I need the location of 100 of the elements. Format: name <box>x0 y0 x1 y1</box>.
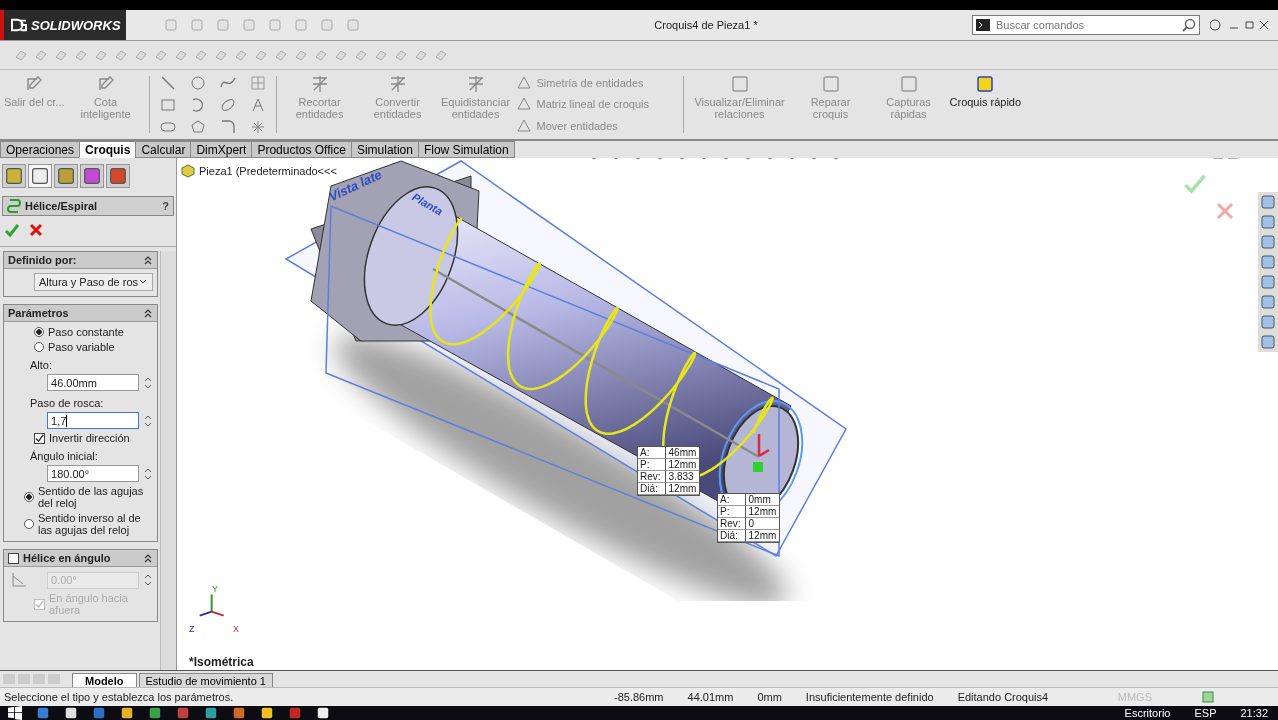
taskbar-text: ESP <box>1194 707 1217 719</box>
taskbar-text: 21:32 <box>1240 707 1268 719</box>
toolbar-icon[interactable] <box>74 48 88 62</box>
ribbon-tab[interactable]: Simulation <box>350 141 419 158</box>
collapse-icon[interactable] <box>143 308 154 318</box>
checkmark-icon[interactable] <box>4 222 20 238</box>
close-icon[interactable] <box>28 222 44 238</box>
window-controls-icon[interactable] <box>1210 18 1270 32</box>
task-pane-icon[interactable] <box>1260 334 1276 350</box>
scrollbar[interactable] <box>160 251 176 670</box>
task-pane-icon[interactable] <box>1260 274 1276 290</box>
terminal-icon <box>976 19 990 31</box>
manager-tab-icon[interactable] <box>80 164 104 188</box>
toolbar-icon[interactable] <box>434 48 448 62</box>
toolbar-icon[interactable] <box>114 48 128 62</box>
radio-button[interactable] <box>24 519 34 529</box>
ellipse-icon[interactable] <box>219 96 236 113</box>
view-name: *Isométrica <box>189 655 254 669</box>
square-icon <box>898 74 919 94</box>
task-pane-icon[interactable] <box>1260 314 1276 330</box>
taskbar-app-icon[interactable] <box>120 706 134 720</box>
text-icon[interactable] <box>249 96 266 113</box>
taskbar-text: Escritorio <box>1124 707 1171 719</box>
task-pane-icon[interactable] <box>1260 254 1276 270</box>
toolbar-icon[interactable] <box>194 48 208 62</box>
callout-label: P: <box>718 506 745 518</box>
document-tab[interactable]: Modelo <box>72 673 137 687</box>
toolbar-icon[interactable] <box>214 48 228 62</box>
toolbar-icon[interactable] <box>174 48 188 62</box>
circle-icon[interactable] <box>189 74 206 91</box>
status-field: Editando Croquis4 <box>957 691 1049 703</box>
task-pane-icon[interactable] <box>1260 194 1276 210</box>
panel-title: Hélice/Espiral <box>25 200 99 212</box>
ribbon-tab[interactable]: DimXpert <box>190 141 253 158</box>
square-icon <box>729 74 750 94</box>
ribbon-tab[interactable]: Calcular <box>135 141 192 158</box>
tree-item[interactable]: Pieza1 (Predeterminado<<< <box>199 165 337 177</box>
toolbar-icon[interactable] <box>374 48 388 62</box>
search-box[interactable]: Buscar comandos <box>972 15 1200 35</box>
toolbar-icon[interactable] <box>414 48 428 62</box>
toolbar-icon[interactable] <box>234 48 248 62</box>
ribbon-tab[interactable]: Flow Simulation <box>417 141 515 158</box>
line-icon[interactable] <box>159 74 176 91</box>
toolbar-icon[interactable] <box>134 48 148 62</box>
toolbar-icon[interactable] <box>354 48 368 62</box>
taskbar-app-icon[interactable] <box>316 706 330 720</box>
toolbar-icon[interactable] <box>54 48 68 62</box>
polygon-icon[interactable] <box>189 118 206 135</box>
toolbar-icon[interactable] <box>14 48 28 62</box>
task-pane-icon[interactable] <box>1260 294 1276 310</box>
taskbar-app-icon[interactable] <box>148 706 162 720</box>
checkbox[interactable] <box>8 552 19 564</box>
point-icon[interactable] <box>249 118 266 135</box>
app-logo: SOLIDWORKS <box>31 17 121 33</box>
toolbar-icon[interactable] <box>254 48 268 62</box>
manager-tab-icon[interactable] <box>106 164 130 188</box>
windows-start-icon[interactable] <box>8 706 22 720</box>
taskbar-app-icon[interactable] <box>204 706 218 720</box>
grid-icon[interactable] <box>249 74 266 91</box>
help-button[interactable]: ? <box>162 200 169 212</box>
input-field[interactable]: 46.00mm <box>47 374 140 391</box>
ribbon-button[interactable]: Croquis rápido <box>949 72 1022 137</box>
toolbar-icon[interactable] <box>294 48 308 62</box>
rectangle-icon[interactable] <box>159 96 176 113</box>
checkbox[interactable] <box>34 432 45 444</box>
toolbar-icon[interactable] <box>154 48 168 62</box>
toolbar-icon[interactable] <box>274 48 288 62</box>
radio-button[interactable] <box>24 492 34 502</box>
toolbar-icon[interactable] <box>314 48 328 62</box>
manager-tab-icon[interactable] <box>28 164 52 188</box>
input-field[interactable]: 180.00° <box>47 465 140 482</box>
radio-button[interactable] <box>34 342 44 352</box>
task-pane-icon[interactable] <box>1260 214 1276 230</box>
ribbon-tab[interactable]: Productos Office <box>251 141 352 158</box>
close-icon[interactable] <box>1215 201 1235 221</box>
status-message: Seleccione el tipo y establezca los parámetros. <box>3 691 235 703</box>
fillet-icon[interactable] <box>219 118 236 135</box>
input-field[interactable]: 1,7 <box>47 412 140 429</box>
spin-buttons[interactable] <box>143 572 154 588</box>
status-field: -85.86mm <box>614 691 664 703</box>
callout-label: Diá: <box>638 483 665 495</box>
toolbar-icon[interactable] <box>394 48 408 62</box>
ribbon-tab[interactable]: Croquis <box>79 141 137 158</box>
triangle-icon <box>516 75 531 90</box>
triangle-icon <box>516 119 531 134</box>
toolbar-icon[interactable] <box>334 48 348 62</box>
manager-tab-icon[interactable] <box>54 164 78 188</box>
checkmark-icon[interactable] <box>1183 172 1207 196</box>
taskbar-app-icon[interactable] <box>260 706 274 720</box>
taskbar-app-icon[interactable] <box>64 706 78 720</box>
toolbar-icon[interactable] <box>34 48 48 62</box>
document-tab[interactable]: Estudio de movimiento 1 <box>138 673 273 687</box>
radio-button[interactable] <box>34 327 44 337</box>
manager-tab-icon[interactable] <box>2 164 26 188</box>
toolbar-icon[interactable] <box>94 48 108 62</box>
ribbon-tab[interactable]: Operaciones <box>0 141 81 158</box>
task-pane-icon[interactable] <box>1260 234 1276 250</box>
callout-label: P: <box>638 459 665 471</box>
collapse-icon[interactable] <box>143 553 154 563</box>
collapse-icon[interactable] <box>143 255 154 265</box>
